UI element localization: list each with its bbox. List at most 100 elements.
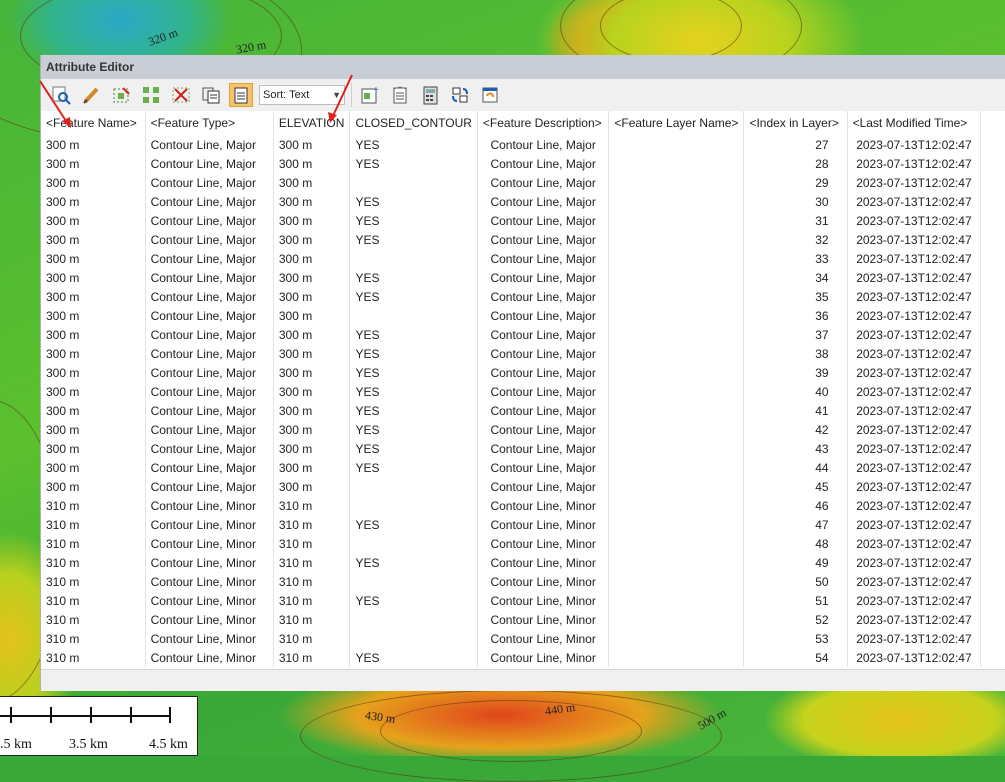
table-cell[interactable]: Contour Line, Major (145, 420, 274, 439)
table-cell[interactable]: 300 m (273, 477, 351, 496)
table-cell[interactable]: Contour Line, Major (145, 325, 274, 344)
table-cell[interactable]: 310 m (273, 648, 351, 667)
refresh-icon[interactable] (478, 83, 502, 107)
table-row[interactable]: 310 m Contour Line, Minor 310 m Contour Lin… (41, 572, 1005, 591)
table-cell[interactable]: YES (349, 230, 478, 249)
table-cell[interactable]: 2023-07-13T12:02:47 (847, 325, 982, 344)
table-cell[interactable] (608, 534, 745, 553)
table-cell[interactable]: 2023-07-13T12:02:47 (847, 154, 982, 173)
table-row[interactable]: 300 m Contour Line, Major 300 m Contour Lin… (41, 306, 1005, 325)
table-cell[interactable]: 310 m (41, 610, 146, 629)
table-cell[interactable]: 310 m (273, 610, 351, 629)
table-cell[interactable]: YES (349, 135, 478, 154)
table-row[interactable]: 300 m Contour Line, Major 300 m YES Contour … (41, 135, 1005, 154)
table-cell[interactable]: 45 (743, 477, 848, 496)
table-cell[interactable]: Contour Line, Major (145, 363, 274, 382)
table-cell[interactable] (349, 477, 478, 496)
table-cell[interactable]: Contour Line, Major (477, 173, 610, 192)
table-cell[interactable]: 40 (743, 382, 848, 401)
table-cell[interactable] (608, 173, 745, 192)
table-row[interactable]: 300 m Contour Line, Major 300 m YES Contour … (41, 344, 1005, 363)
table-cell[interactable]: 300 m (273, 401, 351, 420)
table-cell[interactable]: 310 m (41, 629, 146, 648)
table-cell[interactable]: Contour Line, Major (145, 458, 274, 477)
table-cell[interactable]: YES (349, 287, 478, 306)
table-cell[interactable]: 33 (743, 249, 848, 268)
table-cell[interactable]: Contour Line, Major (477, 154, 610, 173)
table-cell[interactable]: 2023-07-13T12:02:47 (847, 534, 982, 553)
table-row[interactable]: 300 m Contour Line, Major 300 m YES Contour … (41, 211, 1005, 230)
table-cell[interactable]: 300 m (41, 382, 146, 401)
table-row[interactable]: 300 m Contour Line, Major 300 m Contour Lin… (41, 173, 1005, 192)
table-row[interactable]: 300 m Contour Line, Major 300 m YES Contour … (41, 382, 1005, 401)
table-cell[interactable]: YES (349, 439, 478, 458)
table-cell[interactable]: 2023-07-13T12:02:47 (847, 553, 982, 572)
table-cell[interactable]: 300 m (273, 306, 351, 325)
table-cell[interactable]: Contour Line, Major (477, 306, 610, 325)
table-cell[interactable] (608, 629, 745, 648)
table-cell[interactable]: Contour Line, Minor (477, 515, 610, 534)
table-cell[interactable]: Contour Line, Minor (145, 515, 274, 534)
table-cell[interactable]: Contour Line, Major (477, 420, 610, 439)
table-cell[interactable]: Contour Line, Major (477, 477, 610, 496)
table-cell[interactable]: 39 (743, 363, 848, 382)
table-cell[interactable]: Contour Line, Major (477, 458, 610, 477)
table-cell[interactable]: 300 m (273, 420, 351, 439)
table-cell[interactable]: 300 m (273, 211, 351, 230)
table-cell[interactable]: Contour Line, Major (145, 382, 274, 401)
table-cell[interactable]: Contour Line, Minor (145, 496, 274, 515)
table-cell[interactable]: 41 (743, 401, 848, 420)
table-cell[interactable]: 54 (743, 648, 848, 667)
table-cell[interactable] (608, 401, 745, 420)
table-cell[interactable] (608, 458, 745, 477)
table-row[interactable]: 300 m Contour Line, Major 300 m YES Contour … (41, 287, 1005, 306)
table-cell[interactable]: 300 m (41, 401, 146, 420)
table-cell[interactable]: Contour Line, Major (477, 325, 610, 344)
table-cell[interactable]: Contour Line, Minor (145, 591, 274, 610)
table-cell[interactable]: 300 m (273, 230, 351, 249)
table-row[interactable]: 300 m Contour Line, Major 300 m Contour Lin… (41, 249, 1005, 268)
table-cell[interactable]: 51 (743, 591, 848, 610)
table-cell[interactable]: 300 m (273, 287, 351, 306)
table-cell[interactable]: YES (349, 192, 478, 211)
table-row[interactable]: 300 m Contour Line, Major 300 m Contour Lin… (41, 477, 1005, 496)
table-cell[interactable]: 2023-07-13T12:02:47 (847, 192, 982, 211)
table-cell[interactable]: 2023-07-13T12:02:47 (847, 287, 982, 306)
table-cell[interactable]: 38 (743, 344, 848, 363)
table-cell[interactable]: 2023-07-13T12:02:47 (847, 629, 982, 648)
table-cell[interactable]: 2023-07-13T12:02:47 (847, 230, 982, 249)
table-cell[interactable]: Contour Line, Major (477, 382, 610, 401)
select-icon[interactable] (109, 83, 133, 107)
table-cell[interactable]: 310 m (41, 648, 146, 667)
table-row[interactable]: 300 m Contour Line, Major 300 m YES Contour … (41, 325, 1005, 344)
table-cell[interactable]: 300 m (273, 192, 351, 211)
table-cell[interactable]: 300 m (273, 439, 351, 458)
table-cell[interactable] (349, 610, 478, 629)
table-cell[interactable]: 300 m (273, 344, 351, 363)
table-cell[interactable]: 2023-07-13T12:02:47 (847, 173, 982, 192)
table-cell[interactable]: 300 m (41, 306, 146, 325)
table-cell[interactable]: 2023-07-13T12:02:47 (847, 496, 982, 515)
table-cell[interactable]: 300 m (273, 458, 351, 477)
table-cell[interactable]: YES (349, 515, 478, 534)
table-row[interactable]: 310 m Contour Line, Minor 310 m Contour Lin… (41, 610, 1005, 629)
table-row[interactable]: 310 m Contour Line, Minor 310 m YES Contour … (41, 553, 1005, 572)
table-cell[interactable]: 300 m (273, 154, 351, 173)
table-cell[interactable]: Contour Line, Minor (145, 572, 274, 591)
table-cell[interactable]: 300 m (41, 268, 146, 287)
table-cell[interactable]: Contour Line, Minor (477, 610, 610, 629)
table-cell[interactable] (349, 249, 478, 268)
table-cell[interactable]: YES (349, 325, 478, 344)
table-cell[interactable]: 300 m (273, 382, 351, 401)
table-cell[interactable]: Contour Line, Minor (477, 553, 610, 572)
table-cell[interactable]: 2023-07-13T12:02:47 (847, 363, 982, 382)
table-row[interactable]: 310 m Contour Line, Minor 310 m YES Contour … (41, 515, 1005, 534)
table-cell[interactable]: Contour Line, Major (145, 477, 274, 496)
table-row[interactable]: 310 m Contour Line, Minor 310 m YES Contour … (41, 591, 1005, 610)
table-cell[interactable]: 300 m (41, 420, 146, 439)
table-cell[interactable]: 30 (743, 192, 848, 211)
table-cell[interactable]: 2023-07-13T12:02:47 (847, 477, 982, 496)
table-cell[interactable]: YES (349, 648, 478, 667)
table-cell[interactable]: 36 (743, 306, 848, 325)
table-cell[interactable]: Contour Line, Major (145, 249, 274, 268)
